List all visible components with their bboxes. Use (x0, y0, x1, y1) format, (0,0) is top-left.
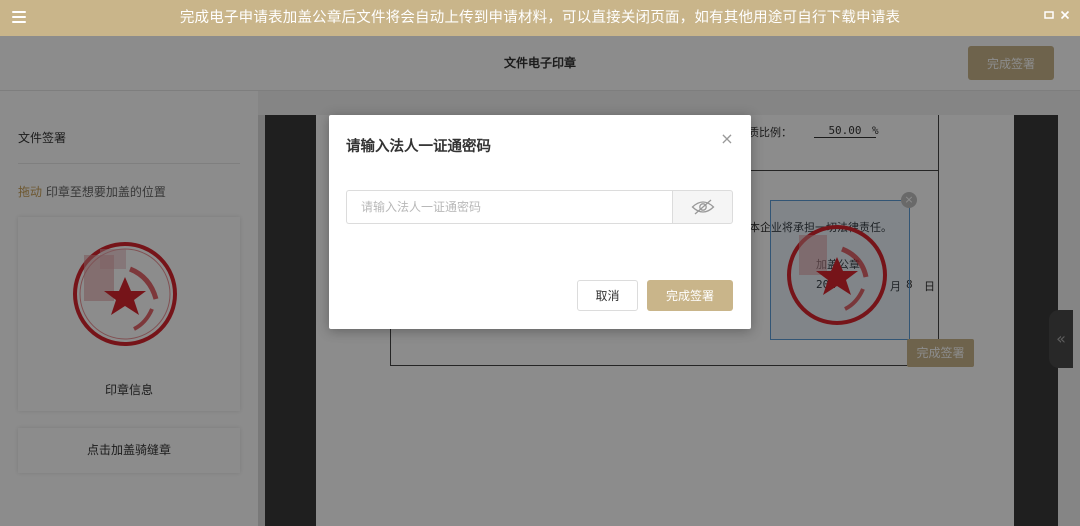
window-title-bar: 完成电子申请表加盖公章后文件将会自动上传到申请材料，可以直接关闭页面，如有其他用… (0, 0, 1080, 36)
eye-slash-icon (691, 199, 715, 215)
dialog-confirm-button[interactable]: 完成签署 (647, 280, 733, 311)
dialog-title: 请输入法人一证通密码 (346, 139, 491, 155)
password-input[interactable] (346, 190, 672, 224)
window-title: 完成电子申请表加盖公章后文件将会自动上传到申请材料，可以直接关闭页面，如有其他用… (179, 10, 901, 26)
maximize-icon[interactable] (1042, 9, 1056, 23)
cancel-button[interactable]: 取消 (577, 280, 638, 311)
close-icon[interactable] (1058, 9, 1072, 23)
toggle-visibility-button[interactable] (672, 190, 733, 224)
password-dialog: 请输入法人一证通密码 × 取消 完成签署 (329, 115, 751, 329)
dialog-close-icon[interactable]: × (719, 131, 735, 147)
